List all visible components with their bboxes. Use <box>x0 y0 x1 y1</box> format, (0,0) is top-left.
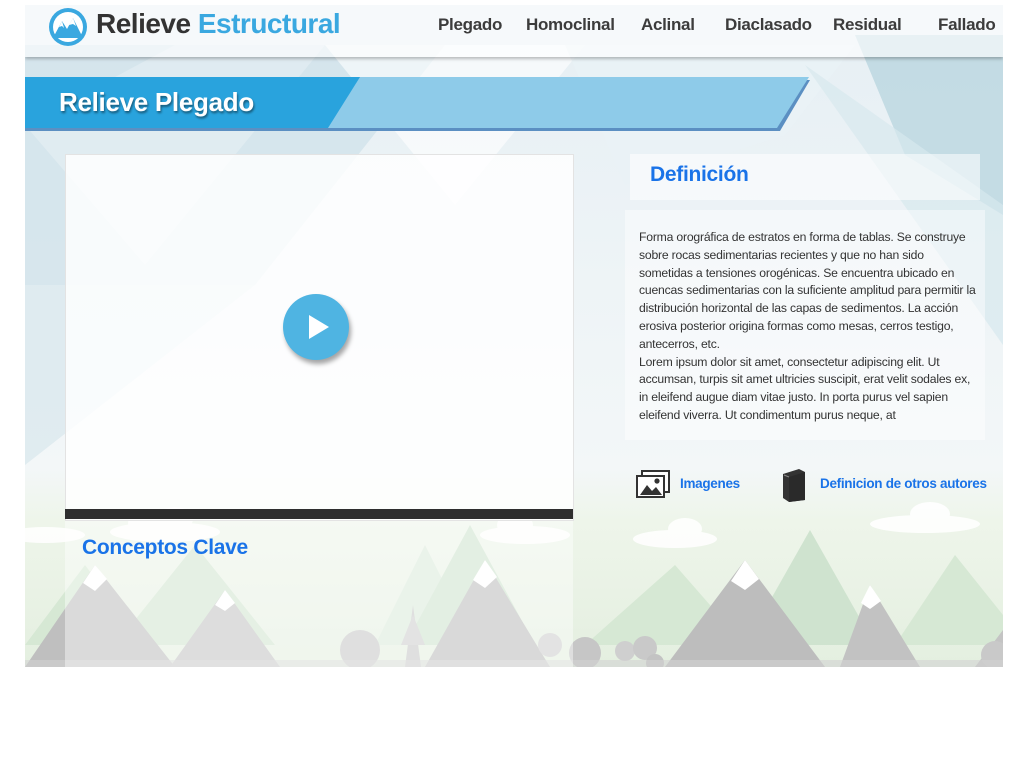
nav-item-diaclasado[interactable]: Diaclasado <box>725 15 812 35</box>
images-link-label: Imagenes <box>680 476 740 491</box>
authors-link-label: Definicion de otros autores <box>820 476 987 491</box>
definition-text: Forma orográfica de estratos en forma de… <box>639 229 979 425</box>
book-icon <box>783 469 805 502</box>
main-nav: Plegado Homoclinal Aclinal Diaclasado Re… <box>25 15 1003 39</box>
play-icon <box>309 315 329 339</box>
definition-paragraph-2: Lorem ipsum dolor sit amet, consectetur … <box>639 354 971 422</box>
video-control-bar[interactable] <box>65 509 573 519</box>
header-bar: Relieve Estructural Plegado Homoclinal A… <box>25 5 1003 57</box>
nav-item-plegado[interactable]: Plegado <box>438 15 502 35</box>
definition-paragraph-1: Forma orográfica de estratos en forma de… <box>639 230 976 351</box>
images-icon <box>636 470 670 498</box>
nav-item-residual[interactable]: Residual <box>833 15 902 35</box>
nav-item-homoclinal[interactable]: Homoclinal <box>526 15 615 35</box>
nav-item-fallado[interactable]: Fallado <box>938 15 996 35</box>
app-window: Relieve Estructural Plegado Homoclinal A… <box>25 5 1003 667</box>
play-button[interactable] <box>283 294 349 360</box>
page-title: Relieve Plegado <box>59 87 254 117</box>
images-link[interactable]: Imagenes <box>636 468 746 502</box>
nav-item-aclinal[interactable]: Aclinal <box>641 15 695 35</box>
definition-heading: Definición <box>650 163 749 186</box>
authors-link[interactable]: Definicion de otros autores <box>781 467 987 503</box>
concepts-heading: Conceptos Clave <box>82 536 248 559</box>
